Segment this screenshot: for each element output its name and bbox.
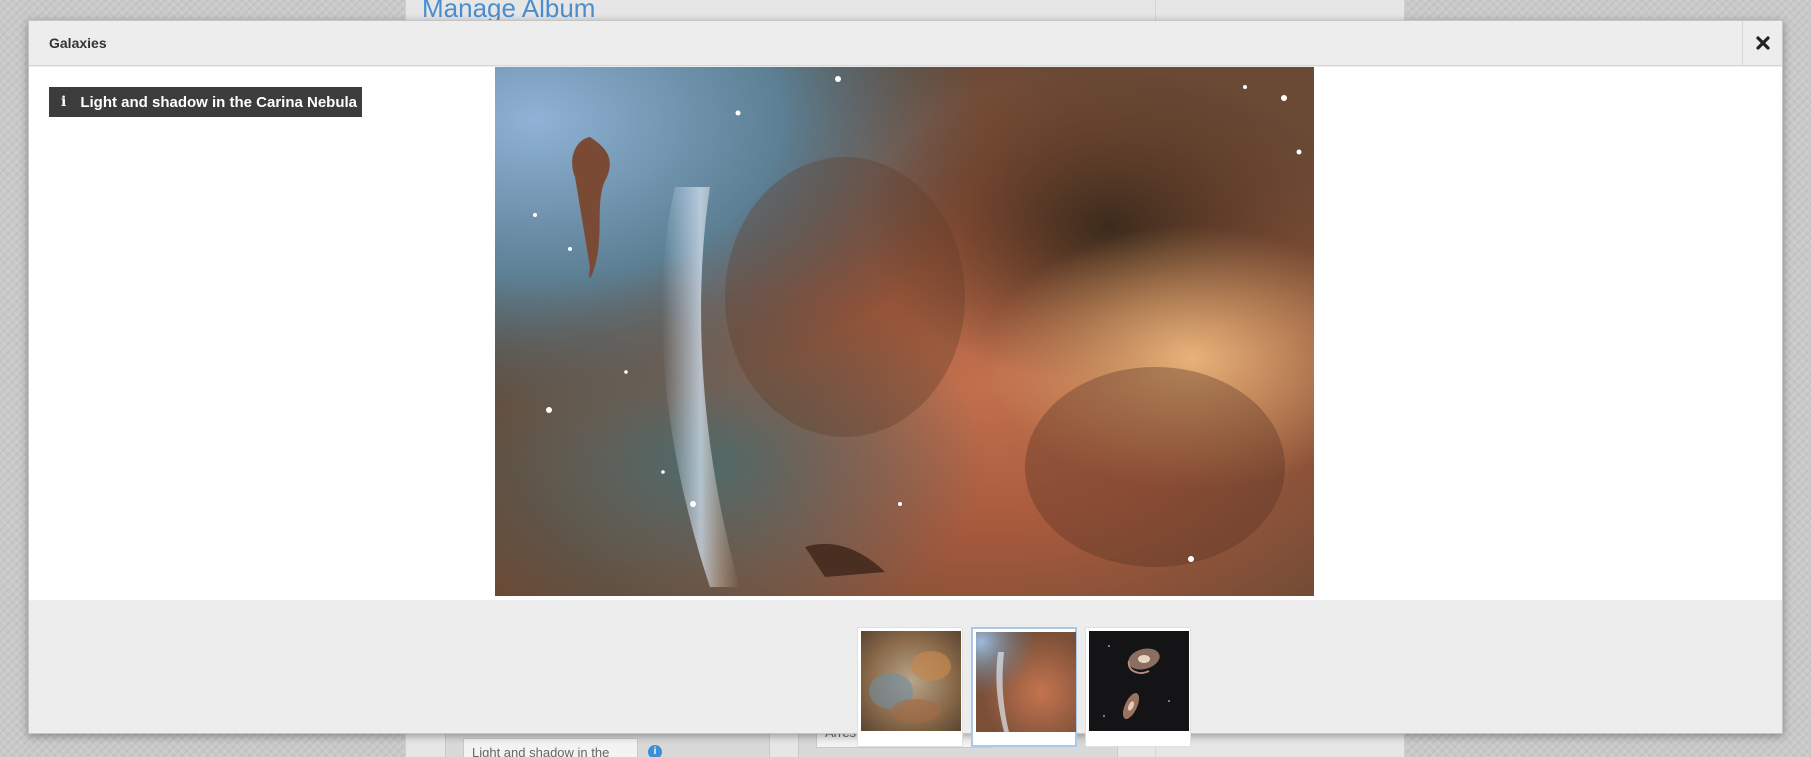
main-image-carina-nebula xyxy=(495,67,1314,596)
modal-body: i Light and shadow in the Carina Nebula xyxy=(29,67,1782,600)
modal-header: Galaxies xyxy=(29,21,1782,66)
thumbnail-interacting-galaxies[interactable] xyxy=(1085,627,1191,747)
thumbnail-strip xyxy=(29,600,1782,747)
caption-text: Light and shadow in the Carina Nebula xyxy=(80,93,358,111)
thumbnail-nebula-mosaic[interactable] xyxy=(857,627,963,747)
background-title-field: Light and shadow in the xyxy=(463,738,638,757)
gallery-modal: Galaxies i Light and shadow in the Carin… xyxy=(28,20,1783,747)
close-icon xyxy=(1756,36,1770,50)
modal-title: Galaxies xyxy=(49,35,107,51)
close-button[interactable] xyxy=(1742,21,1782,66)
image-caption: i Light and shadow in the Carina Nebula xyxy=(49,87,363,117)
thumbnail-carina-nebula[interactable] xyxy=(971,627,1077,747)
background-info-icon: i xyxy=(648,745,662,757)
info-icon: i xyxy=(61,94,67,110)
